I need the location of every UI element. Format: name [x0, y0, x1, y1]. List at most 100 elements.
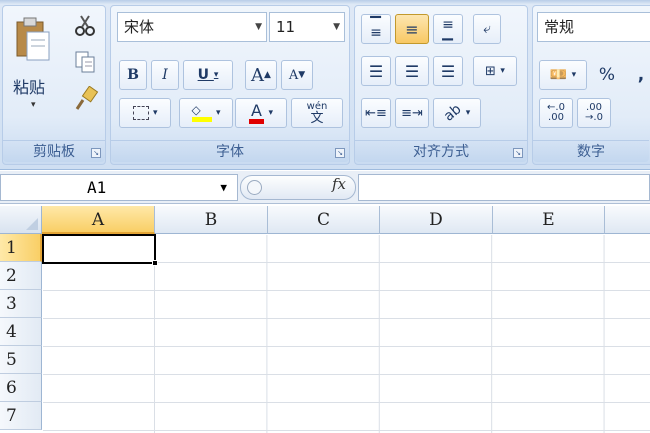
align-bottom-icon: ≡ ▁ — [442, 17, 454, 41]
chevron-down-icon: ▾ — [215, 108, 221, 118]
chevron-down-icon: ▾ — [268, 108, 273, 118]
alignment-dialog-launcher[interactable]: ↘ — [513, 148, 523, 158]
underline-button[interactable]: U ▾ — [183, 60, 233, 90]
font-group-label: 字体 — [111, 140, 349, 162]
phonetic-guide-icon: wén 文 — [306, 101, 328, 126]
row-header-3[interactable]: 3 — [0, 290, 42, 318]
increase-indent-button[interactable]: ≡⇥ — [395, 98, 429, 128]
percent-style-button[interactable]: % — [593, 60, 621, 90]
align-middle-icon: ≡ — [405, 19, 419, 39]
ribbon: 粘贴 ▾ 剪贴板 ↘ 宋体 ▼ 11 ▼ B I U ▾ A ▲ A ▼ ▾ ◇… — [0, 0, 650, 170]
increase-decimal-icon: ←.0.00 — [547, 102, 565, 123]
comma-icon: , — [637, 65, 645, 85]
chevron-down-icon: ▾ — [500, 66, 505, 76]
cut-icon[interactable] — [73, 14, 97, 38]
font-name-value: 宋体 — [124, 18, 155, 36]
chevron-down-icon: ▾ — [213, 70, 219, 80]
percent-icon: % — [598, 65, 616, 85]
row-header-1[interactable]: 1 — [0, 234, 42, 262]
borders-icon — [132, 106, 149, 120]
chevron-down-icon: ▼ — [255, 22, 262, 32]
column-header-a[interactable]: A — [42, 206, 155, 234]
align-top-icon: ▔ ≡ — [370, 17, 382, 41]
number-group: 常规 💴 ▾ % , ←.0.00 .00 →.0 数字 — [532, 5, 650, 165]
orientation-button[interactable]: ab ▾ — [433, 98, 481, 128]
decrease-indent-icon: ⇤≡ — [365, 105, 387, 121]
clipboard-dialog-launcher[interactable]: ↘ — [91, 148, 101, 158]
font-dialog-launcher[interactable]: ↘ — [335, 148, 345, 158]
fill-color-button[interactable]: ◇ ▾ — [179, 98, 233, 128]
column-header-b[interactable]: B — [155, 206, 268, 234]
row-header-6[interactable]: 6 — [0, 374, 42, 402]
active-cell-a1[interactable] — [42, 234, 158, 266]
cell-area[interactable] — [43, 235, 650, 433]
chevron-down-icon[interactable]: ▼ — [220, 175, 227, 200]
grow-font-button[interactable]: A ▲ — [245, 60, 277, 90]
paste-button[interactable]: 粘贴 ▾ — [7, 12, 59, 122]
paste-dropdown-arrow[interactable]: ▾ — [31, 100, 36, 110]
merge-center-icon: ⊞ — [485, 63, 496, 79]
select-all-button[interactable] — [0, 206, 42, 234]
align-bottom-button[interactable]: ≡ ▁ — [433, 14, 463, 44]
grow-font-icon: A — [251, 64, 265, 86]
fill-color-icon: ◇ — [191, 104, 212, 122]
align-left-button[interactable]: ☰ — [361, 56, 391, 86]
align-center-button[interactable]: ☰ — [395, 56, 429, 86]
number-format-dropdown[interactable]: 常规 — [537, 12, 650, 42]
underline-icon: U — [197, 67, 209, 83]
column-header-c[interactable]: C — [268, 206, 380, 234]
format-painter-icon[interactable] — [73, 86, 99, 112]
bold-button[interactable]: B — [119, 60, 147, 90]
row-header-4[interactable]: 4 — [0, 318, 42, 346]
formula-bar: A1 ▼ fx — [0, 171, 650, 204]
chevron-down-icon: ▾ — [152, 108, 158, 118]
align-top-button[interactable]: ▔ ≡ — [361, 14, 391, 44]
font-size-dropdown[interactable]: 11 ▼ — [269, 12, 345, 42]
name-box[interactable]: A1 ▼ — [0, 174, 238, 201]
formula-input[interactable] — [358, 174, 650, 201]
align-left-icon: ☰ — [368, 61, 384, 81]
insert-function-icon[interactable]: fx — [332, 175, 346, 193]
merge-center-button[interactable]: ⊞ ▾ — [473, 56, 517, 86]
paste-label: 粘贴 — [13, 78, 46, 97]
decrease-decimal-icon: .00 →.0 — [585, 102, 603, 123]
font-name-dropdown[interactable]: 宋体 ▼ — [117, 12, 267, 42]
decrease-decimal-button[interactable]: .00 →.0 — [577, 98, 611, 128]
font-group: 宋体 ▼ 11 ▼ B I U ▾ A ▲ A ▼ ▾ ◇ ▾ A ▾ wén 文 … — [110, 5, 350, 165]
decrease-indent-button[interactable]: ⇤≡ — [361, 98, 391, 128]
fill-handle[interactable] — [152, 260, 158, 266]
number-format-value: 常规 — [544, 18, 575, 36]
phonetic-guide-button[interactable]: wén 文 — [291, 98, 343, 128]
align-middle-button[interactable]: ≡ — [395, 14, 429, 44]
increase-decimal-button[interactable]: ←.0.00 — [539, 98, 573, 128]
clipboard-group-label: 剪贴板 — [3, 140, 105, 162]
wrap-text-icon: ⤶ — [483, 21, 491, 37]
shrink-font-button[interactable]: A ▼ — [281, 60, 313, 90]
alignment-group: ▔ ≡ ≡ ≡ ▁ ⤶ ☰ ☰ ☰ ⊞ ▾ ⇤≡ ≡⇥ ab ▾ 对齐方式 ↘ — [354, 5, 528, 165]
column-header-e[interactable]: E — [493, 206, 605, 234]
shrink-font-icon: A — [288, 67, 299, 83]
italic-icon: I — [162, 67, 168, 83]
worksheet-grid: A B C D E 1 2 3 4 5 6 7 — [0, 206, 650, 433]
column-header-d[interactable]: D — [380, 206, 493, 234]
align-center-icon: ☰ — [404, 61, 420, 81]
font-color-icon: A — [249, 102, 264, 124]
column-header-partial[interactable] — [605, 206, 650, 234]
italic-button[interactable]: I — [151, 60, 179, 90]
splitter-knob[interactable] — [247, 180, 262, 195]
wrap-text-button[interactable]: ⤶ — [473, 14, 501, 44]
chevron-down-icon: ▾ — [571, 70, 577, 80]
increase-indent-icon: ≡⇥ — [401, 105, 423, 121]
font-color-button[interactable]: A ▾ — [235, 98, 287, 128]
accounting-format-button[interactable]: 💴 ▾ — [539, 60, 587, 90]
comma-style-button[interactable]: , — [627, 60, 650, 90]
row-header-2[interactable]: 2 — [0, 262, 42, 290]
align-right-button[interactable]: ☰ — [433, 56, 463, 86]
copy-icon[interactable] — [73, 50, 97, 74]
borders-button[interactable]: ▾ — [119, 98, 171, 128]
row-header-7[interactable]: 7 — [0, 402, 42, 430]
name-box-value: A1 — [87, 178, 107, 197]
paste-icon — [16, 17, 50, 61]
row-header-5[interactable]: 5 — [0, 346, 42, 374]
ribbon-top-edge — [0, 0, 650, 4]
